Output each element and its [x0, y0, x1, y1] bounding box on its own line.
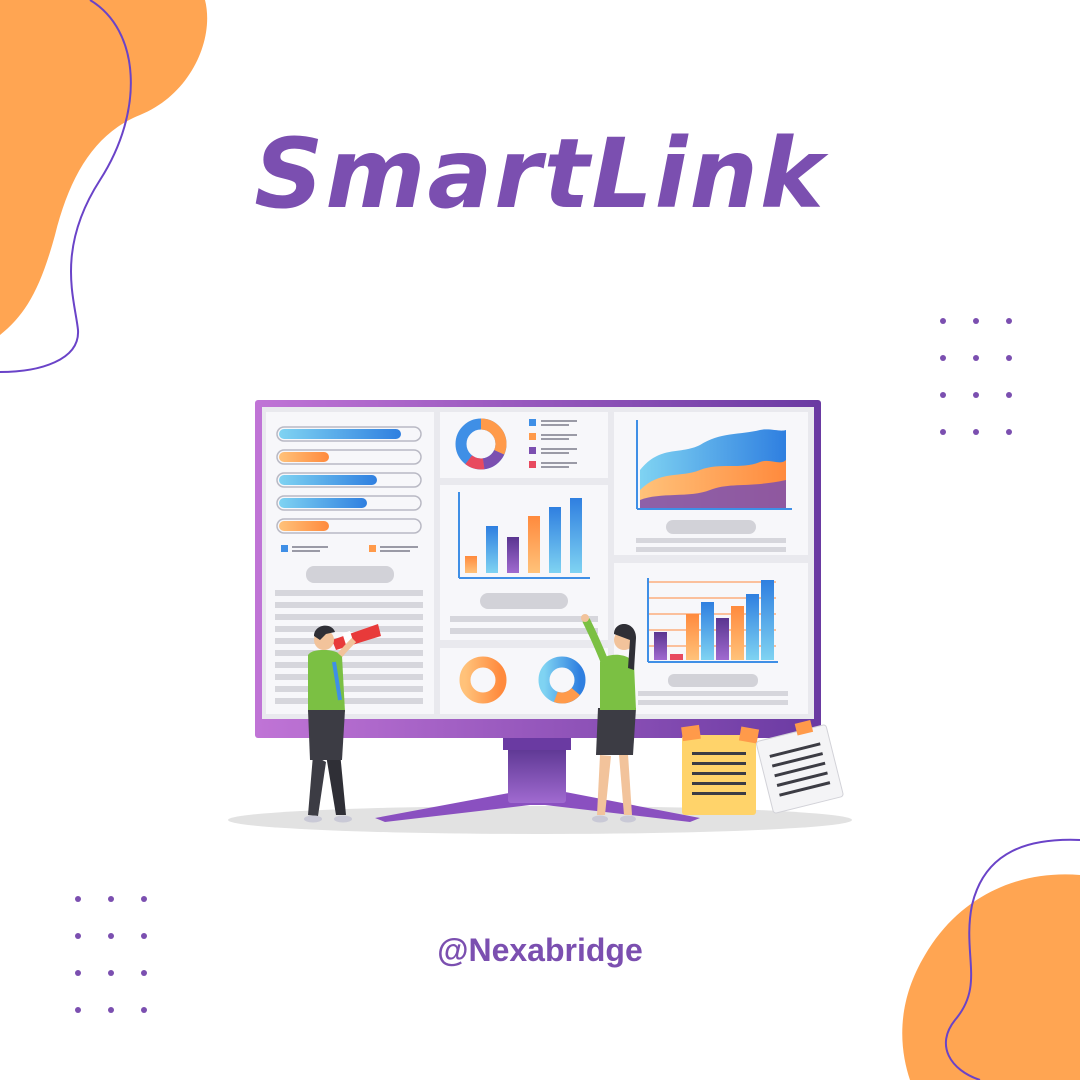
- progress-panel: [266, 412, 434, 714]
- social-handle: @Nexabridge: [437, 932, 643, 968]
- area-chart-icon: [614, 412, 808, 555]
- donut-pair-panel: [440, 648, 608, 714]
- bar-chart-grid-icon: [614, 563, 808, 714]
- donut-chart-icon: [440, 412, 608, 478]
- dot-grid-right: [940, 318, 1012, 435]
- orange-blob-bottom-right: [902, 874, 1080, 1080]
- page-title: SmartLink: [254, 118, 826, 230]
